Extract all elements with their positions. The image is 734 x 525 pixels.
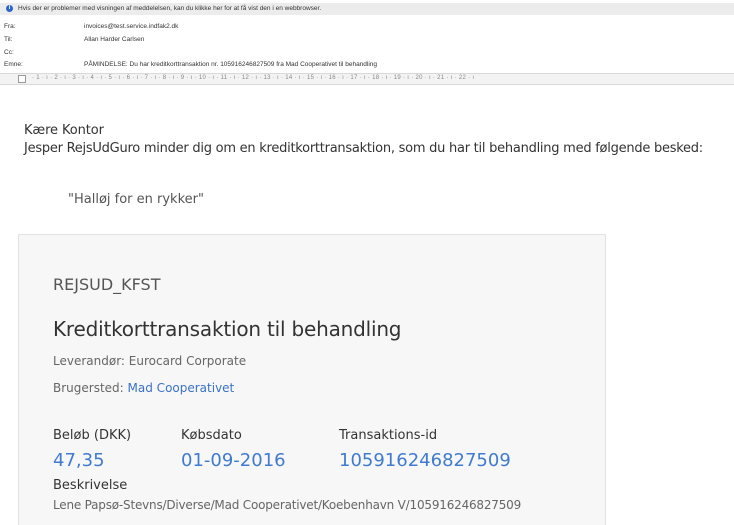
header-row-from: Fra: invoices@test.service.indfak2.dk: [0, 22, 734, 33]
merchant-link[interactable]: Mad Cooperativet: [128, 381, 235, 395]
transaction-id-label: Transaktions-id: [339, 428, 438, 443]
subject-label: Emne:: [4, 61, 23, 68]
ruler[interactable]: · 1 · ı · 2 · ı · 3 · ı · 4 · ı · 5 · ı …: [0, 73, 734, 85]
from-value[interactable]: invoices@test.service.indfak2.dk: [84, 23, 178, 30]
cc-label: Cc:: [4, 49, 14, 56]
email-header: i Hvis der er problemer med visningen af…: [0, 0, 734, 88]
card-code: REJSUD_KFST: [53, 275, 161, 294]
info-bar[interactable]: i Hvis der er problemer med visningen af…: [0, 3, 734, 15]
subject-value: PÅMINDELSE: Du har kreditkorttransaktion…: [84, 61, 378, 68]
transaction-id-value[interactable]: 105916246827509: [339, 450, 511, 471]
amount-value[interactable]: 47,35: [53, 450, 105, 471]
quoted-message: "Halløj for en rykker": [68, 192, 204, 207]
to-value[interactable]: Allan Harder Carlsen: [84, 36, 144, 43]
info-icon: i: [6, 5, 13, 12]
description-value: Lene Papsø-Stevns/Diverse/Mad Cooperativ…: [53, 498, 522, 512]
header-row-to: Til: Allan Harder Carlsen: [0, 35, 734, 46]
purchase-date-value[interactable]: 01-09-2016: [181, 450, 286, 471]
purchase-date-label: Købsdato: [181, 428, 242, 443]
ruler-scale: · 1 · ı · 2 · ı · 3 · ı · 4 · ı · 5 · ı …: [32, 75, 475, 81]
greeting: Kære Kontor: [24, 123, 104, 138]
supplier-label: Leverandør:: [53, 354, 125, 368]
supplier-value: Eurocard Corporate: [128, 354, 247, 368]
from-label: Fra:: [4, 23, 16, 30]
card-title: Kreditkorttransaktion til behandling: [53, 317, 402, 341]
supplier-line: Leverandør: Eurocard Corporate: [53, 354, 246, 368]
header-row-subject: Emne: PÅMINDELSE: Du har kreditkorttrans…: [0, 60, 734, 71]
info-bar-text[interactable]: Hvis der er problemer med visningen af m…: [18, 5, 321, 12]
header-row-cc: Cc:: [0, 48, 734, 59]
to-label: Til:: [4, 36, 13, 43]
amount-label: Beløb (DKK): [53, 428, 132, 443]
description-label: Beskrivelse: [53, 478, 128, 493]
merchant-line: Brugersted: Mad Cooperativet: [53, 381, 234, 395]
transaction-card: REJSUD_KFST Kreditkorttransaktion til be…: [18, 234, 606, 525]
ruler-tab-marker[interactable]: [18, 75, 26, 83]
intro-text: Jesper RejsUdGuro minder dig om en kredi…: [24, 141, 703, 156]
merchant-label: Brugersted:: [53, 381, 124, 395]
